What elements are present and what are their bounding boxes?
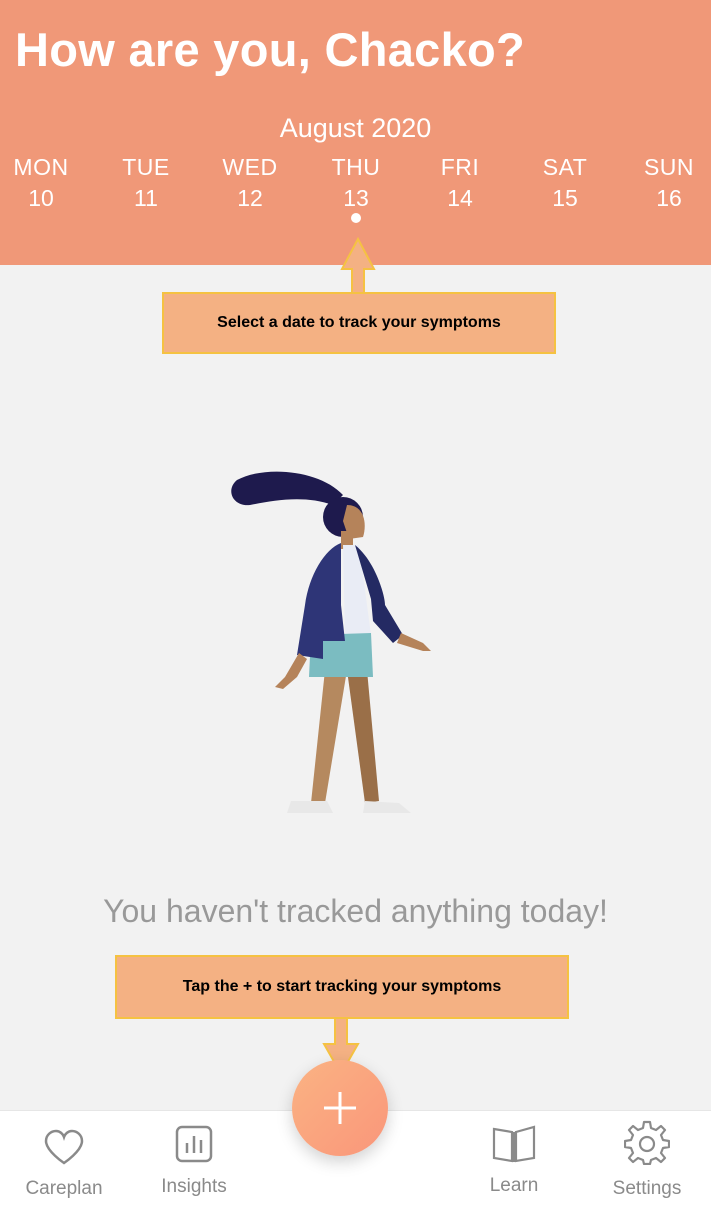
plus-hint-callout: Tap the + to start tracking your symptom… xyxy=(115,955,569,1019)
day-wed[interactable]: WED 12 xyxy=(205,154,295,212)
day-number: 13 xyxy=(343,185,369,211)
day-name: MON xyxy=(13,154,69,180)
nav-learn-label: Learn xyxy=(489,1175,539,1196)
day-number: 11 xyxy=(134,185,158,211)
month-label: August 2020 xyxy=(279,113,432,143)
nav-settings[interactable]: Settings xyxy=(592,1111,702,1207)
plus-hint-text: Tap the + to start tracking your symptom… xyxy=(182,978,502,995)
empty-state-message: You haven't tracked anything today! xyxy=(103,893,608,929)
day-sat[interactable]: SAT 15 xyxy=(520,154,610,212)
date-hint-text: Select a date to track your symptoms xyxy=(217,314,501,331)
nav-learn[interactable]: Learn xyxy=(459,1111,569,1207)
day-name: WED xyxy=(222,154,278,180)
day-number: 14 xyxy=(447,185,473,211)
plus-icon xyxy=(324,1092,356,1124)
nav-careplan[interactable]: Careplan xyxy=(9,1111,119,1207)
gear-icon xyxy=(624,1120,670,1165)
day-number: 10 xyxy=(28,185,54,211)
arrow-up-icon xyxy=(340,237,376,294)
nav-settings-label: Settings xyxy=(612,1178,682,1199)
selected-day-indicator xyxy=(351,213,361,223)
day-tue[interactable]: TUE 11 xyxy=(101,154,191,212)
nav-careplan-label: Careplan xyxy=(25,1178,103,1199)
add-tracking-button[interactable] xyxy=(292,1060,388,1156)
day-fri[interactable]: FRI 14 xyxy=(415,154,505,212)
day-sun[interactable]: SUN 16 xyxy=(624,154,711,212)
nav-insights[interactable]: Insights xyxy=(139,1111,249,1207)
heart-icon xyxy=(44,1129,84,1165)
bar-chart-icon xyxy=(175,1125,213,1163)
day-number: 15 xyxy=(552,185,578,211)
date-hint-callout: Select a date to track your symptoms xyxy=(162,292,556,354)
page-title: How are you, Chacko? xyxy=(15,23,526,76)
day-name: SAT xyxy=(542,154,588,180)
header: How are you, Chacko? August 2020 MON 10 … xyxy=(0,0,711,265)
day-name: FRI xyxy=(440,154,480,180)
day-mon[interactable]: MON 10 xyxy=(0,154,86,212)
nav-insights-label: Insights xyxy=(161,1176,227,1197)
day-number: 12 xyxy=(237,185,263,211)
book-icon xyxy=(492,1125,536,1163)
day-thu[interactable]: THU 13 xyxy=(311,154,401,212)
day-name: SUN xyxy=(643,154,695,180)
day-number: 16 xyxy=(656,185,682,211)
day-name: THU xyxy=(331,154,381,180)
walking-person-illustration xyxy=(231,471,431,813)
day-name: TUE xyxy=(122,154,170,180)
